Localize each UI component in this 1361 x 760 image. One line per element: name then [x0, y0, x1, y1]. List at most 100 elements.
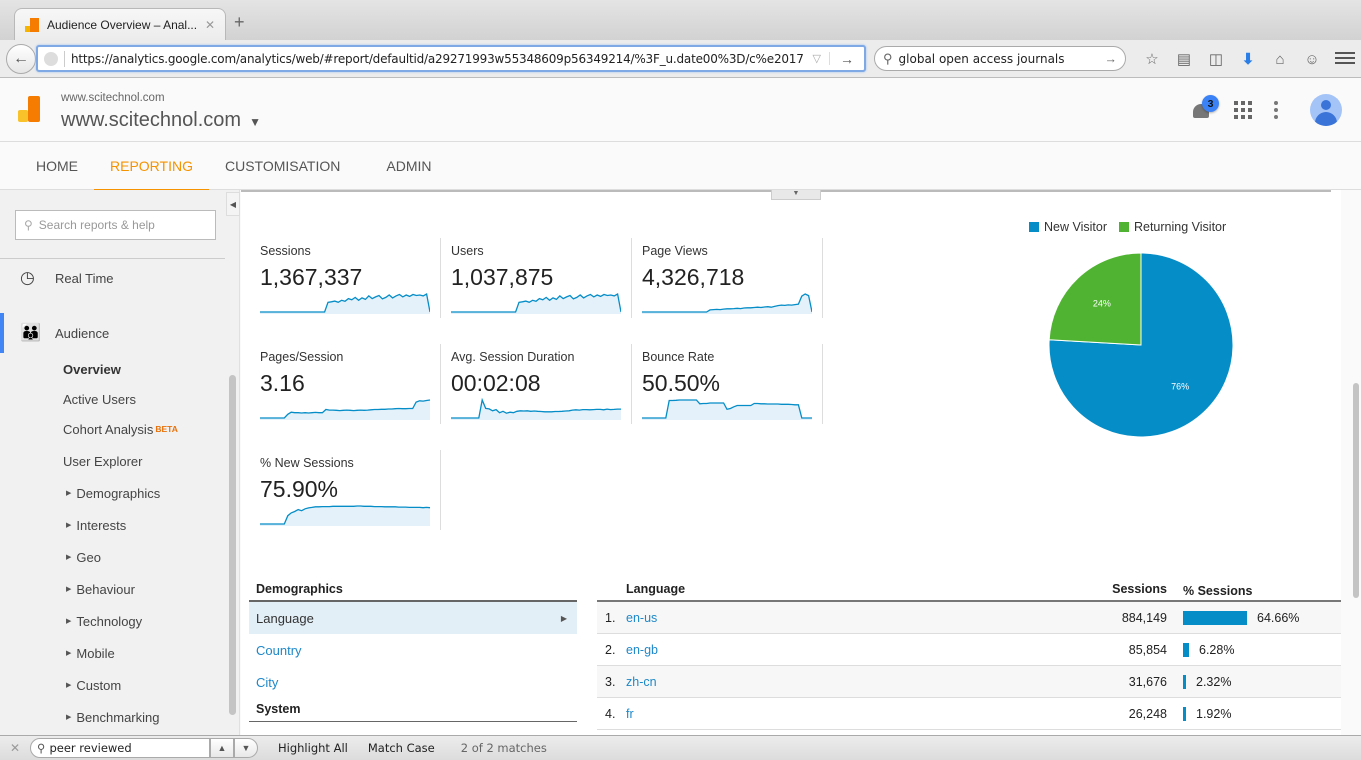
metric-card[interactable]: % New Sessions 75.90%	[241, 450, 431, 540]
sidebar-item-active-users[interactable]: Active Users	[0, 387, 225, 411]
demographics-item-country[interactable]: Country	[249, 634, 577, 666]
chevron-left-icon: ◀	[229, 199, 237, 209]
language-link[interactable]: en-gb	[626, 643, 1026, 657]
pct-bar	[1183, 674, 1186, 689]
chat-icon[interactable]: ☺	[1296, 48, 1328, 70]
find-previous-button[interactable]: ▲	[210, 738, 234, 758]
sidebar-item-overview[interactable]: Overview	[0, 357, 225, 381]
reading-list-icon[interactable]: ▤	[1168, 48, 1200, 70]
match-case-toggle[interactable]: Match Case	[368, 741, 435, 755]
legend-item-new-visitor[interactable]: New Visitor	[1029, 220, 1107, 234]
sidebar-item-cohort-analysis[interactable]: Cohort Analysis BETA	[0, 417, 225, 441]
chevron-up-icon: ▲	[217, 743, 227, 753]
find-input[interactable]: ⚲ peer reviewed	[30, 738, 210, 758]
demographics-item-language[interactable]: Language ▶	[249, 602, 577, 634]
search-go-icon[interactable]: →	[1105, 52, 1118, 66]
metric-card[interactable]: Avg. Session Duration 00:02:08	[432, 344, 622, 434]
divider	[822, 344, 823, 424]
close-find-icon[interactable]: ✕	[0, 741, 30, 755]
search-placeholder: Search reports & help	[38, 218, 155, 232]
metric-card[interactable]: Pages/Session 3.16	[241, 344, 431, 434]
sidebar-item-interests[interactable]: ▶ Interests	[0, 513, 225, 537]
site-identity-icon[interactable]	[44, 51, 58, 66]
metric-label: Users	[451, 244, 484, 258]
more-options-icon[interactable]	[1274, 98, 1280, 122]
web-search-box[interactable]: ⚲ global open access journals →	[874, 46, 1126, 71]
hamburger-menu-icon[interactable]	[1335, 49, 1355, 69]
metric-label: Bounce Rate	[642, 350, 715, 364]
expand-chart-toggle[interactable]: ▼	[771, 190, 821, 200]
apps-grid-icon[interactable]	[1234, 101, 1252, 119]
sidebar-item-behaviour[interactable]: ▶ Behaviour	[0, 577, 225, 601]
pct-sessions-header[interactable]: % Sessions	[1167, 582, 1337, 600]
language-link[interactable]: fr	[626, 707, 1026, 721]
avatar[interactable]	[1310, 94, 1342, 126]
web-search-input[interactable]: global open access journals	[899, 52, 1105, 66]
language-header[interactable]: Language	[626, 582, 1026, 600]
metric-value: 1,367,337	[260, 264, 363, 290]
report-search-input[interactable]: ⚲ Search reports & help	[15, 210, 216, 240]
sessions-value: 884,149	[1121, 610, 1167, 625]
language-link[interactable]: en-us	[626, 611, 1026, 625]
metric-card[interactable]: Sessions 1,367,337	[241, 238, 431, 328]
language-link[interactable]: zh-cn	[626, 675, 1026, 689]
sidebar-item-technology[interactable]: ▶ Technology	[0, 609, 225, 633]
table-row: 1. en-us 884,149 64.66%	[597, 602, 1341, 634]
tab-customisation[interactable]: CUSTOMISATION	[209, 142, 356, 190]
sidebar-item-custom[interactable]: ▶ Custom	[0, 673, 225, 697]
main-scrollbar[interactable]	[1353, 383, 1359, 598]
metric-card[interactable]: Bounce Rate 50.50%	[623, 344, 813, 434]
caret-right-icon: ▶	[560, 613, 567, 623]
sidebar-item-user-explorer[interactable]: User Explorer	[0, 449, 225, 473]
sidebar-scrollbar[interactable]	[229, 375, 236, 715]
divider	[64, 50, 65, 67]
pie-label: 24%	[1093, 299, 1111, 309]
highlight-all-toggle[interactable]: Highlight All	[278, 741, 348, 755]
sidebar-item-label: Benchmarking	[76, 709, 160, 725]
property-selector[interactable]: www.scitechnol.com ▼	[61, 109, 261, 132]
download-icon[interactable]: ⬇	[1232, 48, 1264, 70]
rank-header	[597, 582, 626, 600]
system-heading: System	[249, 702, 577, 722]
url-input[interactable]: https://analytics.google.com/analytics/w…	[71, 52, 805, 66]
history-dropdown-icon[interactable]: ▽	[805, 52, 830, 65]
expand-triangle-icon: ▶	[66, 586, 72, 593]
tab-admin[interactable]: ADMIN	[370, 142, 447, 190]
metric-label: Sessions	[260, 244, 311, 258]
analytics-logo-icon[interactable]	[18, 96, 44, 122]
legend-item-returning-visitor[interactable]: Returning Visitor	[1118, 220, 1226, 234]
bookmark-star-icon[interactable]: ☆	[1136, 48, 1168, 70]
ga-header: www.scitechnol.com www.scitechnol.com ▼ 3	[0, 78, 1361, 142]
divider	[822, 238, 823, 318]
table-body: 1. en-us 884,149 64.66% 2. en-gb 85,854 6.28% 3.…	[597, 602, 1341, 730]
close-tab-icon[interactable]: ✕	[205, 18, 215, 32]
address-bar[interactable]: https://analytics.google.com/analytics/w…	[36, 45, 866, 72]
demographics-item-city[interactable]: City	[249, 666, 577, 698]
sessions-header[interactable]: Sessions	[1026, 582, 1167, 600]
sidebar-item-benchmarking[interactable]: ▶ Benchmarking	[0, 705, 225, 729]
metric-card[interactable]: Page Views 4,326,718	[623, 238, 813, 328]
new-tab-button[interactable]: +	[234, 12, 245, 33]
sidebar-item-demographics[interactable]: ▶ Demographics	[0, 481, 225, 505]
tab-reporting[interactable]: REPORTING	[94, 142, 209, 191]
table-row: 2. en-gb 85,854 6.28%	[597, 634, 1341, 666]
tab-home[interactable]: HOME	[20, 142, 94, 190]
metric-card[interactable]: Users 1,037,875	[432, 238, 622, 328]
pocket-icon[interactable]: ◫	[1200, 48, 1232, 70]
pct-sessions-cell: 2.32%	[1167, 674, 1337, 689]
sidebar-item-geo[interactable]: ▶ Geo	[0, 545, 225, 569]
browser-tab[interactable]: Audience Overview – Anal... ✕	[14, 8, 226, 40]
find-next-button[interactable]: ▼	[234, 738, 258, 758]
notifications-button[interactable]: 3	[1190, 95, 1219, 122]
account-name: www.scitechnol.com	[61, 92, 165, 104]
collapse-sidebar-button[interactable]: ◀	[226, 192, 240, 216]
sidebar-item-audience[interactable]: 👪 Audience	[0, 314, 225, 352]
back-button[interactable]: ←	[6, 44, 36, 74]
metric-value: 4,326,718	[642, 264, 745, 290]
sidebar-item-mobile[interactable]: ▶ Mobile	[0, 641, 225, 665]
go-arrow-icon[interactable]: →	[830, 51, 864, 67]
expand-triangle-icon: ▶	[66, 490, 72, 497]
home-icon[interactable]: ⌂	[1264, 48, 1296, 70]
metric-sparkline	[451, 397, 621, 420]
sidebar-item-real-time[interactable]: ◷ Real Time	[0, 259, 225, 297]
